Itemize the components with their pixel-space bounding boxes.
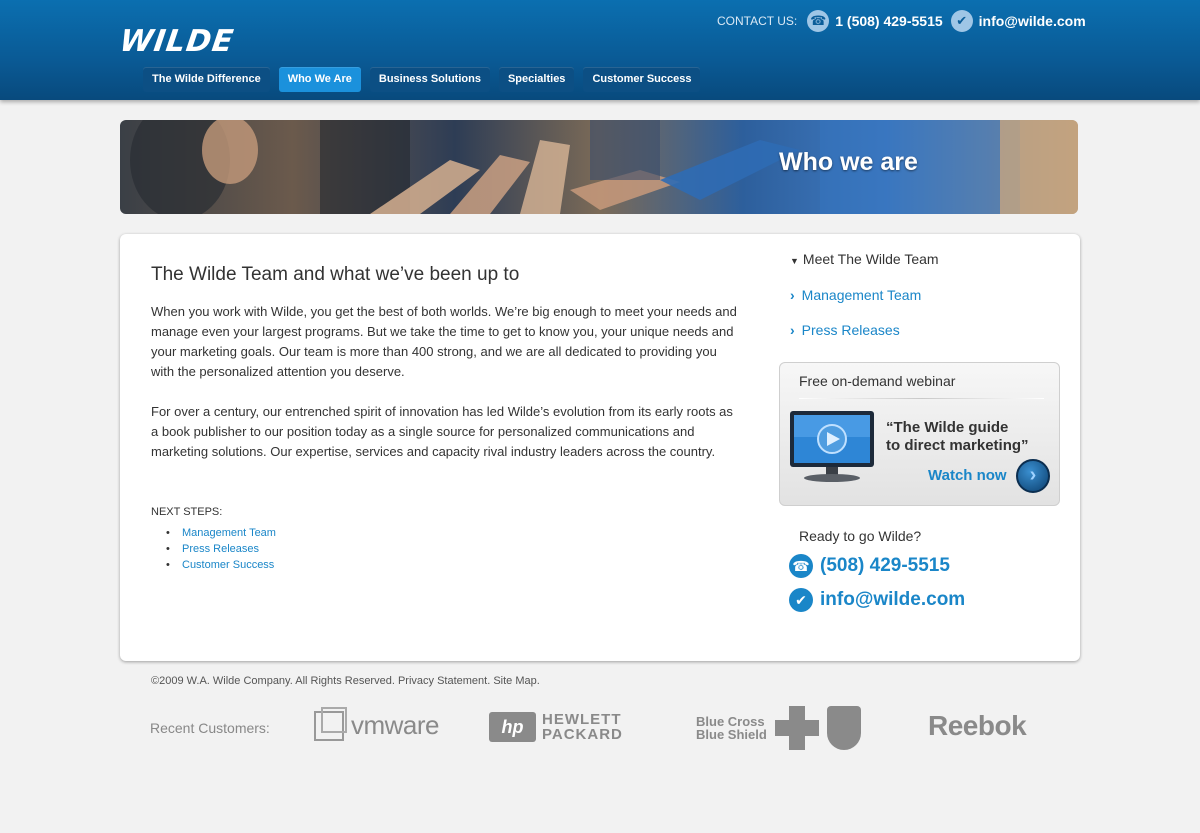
sidebar-link-management-team[interactable]: › Management Team [790, 287, 921, 303]
webinar-quote-line1: “The Wilde guide [886, 419, 1009, 436]
monitor-play-icon [790, 411, 874, 482]
hero-banner: Who we are [120, 120, 1078, 214]
bcbs-text: Blue Cross Blue Shield [696, 715, 767, 741]
hp-mark: hp [489, 712, 536, 742]
content-panel: The Wilde Team and what we’ve been up to… [120, 234, 1080, 661]
webinar-promo[interactable]: Free on-demand webinar “The Wilde guide … [779, 362, 1060, 506]
main-nav: The Wilde Difference Who We Are Business… [143, 67, 709, 92]
webinar-quote-line2: to direct marketing” [886, 437, 1029, 454]
next-steps-list: • Management Team • Press Releases • Custom… [166, 525, 276, 573]
vmware-text: vmware [351, 710, 440, 740]
bcbs-line2: Blue Shield [696, 727, 767, 742]
nav-customer-success[interactable]: Customer Success [583, 67, 701, 92]
cross-icon [774, 706, 819, 750]
recent-customers-label: Recent Customers: [150, 720, 270, 736]
email-icon: ✔ [789, 588, 813, 612]
sidebar-phone[interactable]: ☎ (508) 429-5515 [789, 554, 950, 578]
header-phone[interactable]: 1 (508) 429-5515 [835, 13, 942, 29]
header-email[interactable]: info@wilde.com [979, 13, 1086, 29]
phone-icon: ☎ [807, 10, 830, 32]
webinar-title: Free on-demand webinar [799, 373, 956, 389]
next-step-customer-success[interactable]: Customer Success [182, 559, 274, 571]
sidebar-email[interactable]: ✔ info@wilde.com [789, 588, 965, 612]
page-title: The Wilde Team and what we’ve been up to [151, 264, 520, 285]
phone-icon: ☎ [789, 554, 813, 578]
sidebar-email-address: info@wilde.com [820, 589, 966, 610]
hp-line1: HEWLETT [542, 711, 622, 728]
chevron-right-icon: › [790, 287, 795, 303]
watch-now-link[interactable]: Watch now [928, 467, 1007, 484]
arrow-right-icon[interactable]: › [1016, 459, 1050, 493]
hp-text: HEWLETT PACKARD [542, 712, 623, 742]
nav-who-we-are[interactable]: Who We Are [278, 67, 361, 92]
chevron-right-icon: › [790, 322, 795, 338]
sidebar-link-label: Management Team [801, 287, 922, 303]
nav-business-solutions[interactable]: Business Solutions [369, 67, 490, 92]
ready-label: Ready to go Wilde? [799, 528, 922, 544]
bcbs-logo: Blue Cross Blue Shield [696, 706, 861, 750]
triangle-down-icon: ▼ [790, 256, 799, 266]
list-item: • Management Team [166, 527, 276, 539]
email-icon: ✔ [950, 10, 973, 32]
vmware-logo: vmware [314, 706, 440, 741]
nav-specialties[interactable]: Specialties [498, 67, 575, 92]
next-steps-label: NEXT STEPS: [151, 506, 223, 518]
vmware-mark-icon [314, 706, 347, 741]
sidebar-link-label: Press Releases [801, 322, 900, 338]
webinar-quote: “The Wilde guide to direct marketing” [886, 419, 1029, 455]
shield-icon [826, 706, 861, 750]
copyright: ©2009 W.A. Wilde Company. All Rights Res… [151, 675, 540, 687]
site-header: WILDE CONTACT US: ☎ 1 (508) 429-5515 ✔ i… [0, 0, 1200, 100]
banner-title: Who we are [779, 148, 918, 176]
team-hands-image [130, 120, 1078, 214]
reebok-logo: Reebok [928, 710, 1027, 741]
divider [799, 398, 1044, 399]
sidebar-link-press-releases[interactable]: › Press Releases [790, 322, 900, 338]
hp-logo: hp HEWLETT PACKARD [489, 712, 623, 742]
history-paragraph: For over a century, our entrenched spiri… [151, 404, 733, 459]
contact-label: CONTACT US: [717, 14, 798, 28]
next-step-press-releases[interactable]: Press Releases [182, 543, 259, 555]
sidebar-phone-number: (508) 429-5515 [820, 555, 950, 576]
sidebar-heading-label: Meet The Wilde Team [802, 251, 939, 267]
hp-line2: PACKARD [542, 726, 623, 743]
wilde-logo[interactable]: WILDE [118, 24, 237, 59]
next-step-management-team[interactable]: Management Team [182, 527, 276, 539]
list-item: • Press Releases [166, 543, 260, 555]
sidebar-heading[interactable]: ▼ Meet The Wilde Team [790, 251, 939, 267]
intro-paragraph: When you work with Wilde, you get the be… [151, 304, 737, 379]
header-contact: CONTACT US: ☎ 1 (508) 429-5515 ✔ info@wi… [717, 10, 1094, 32]
list-item: • Customer Success [166, 559, 275, 571]
nav-the-wilde-difference[interactable]: The Wilde Difference [143, 67, 270, 92]
